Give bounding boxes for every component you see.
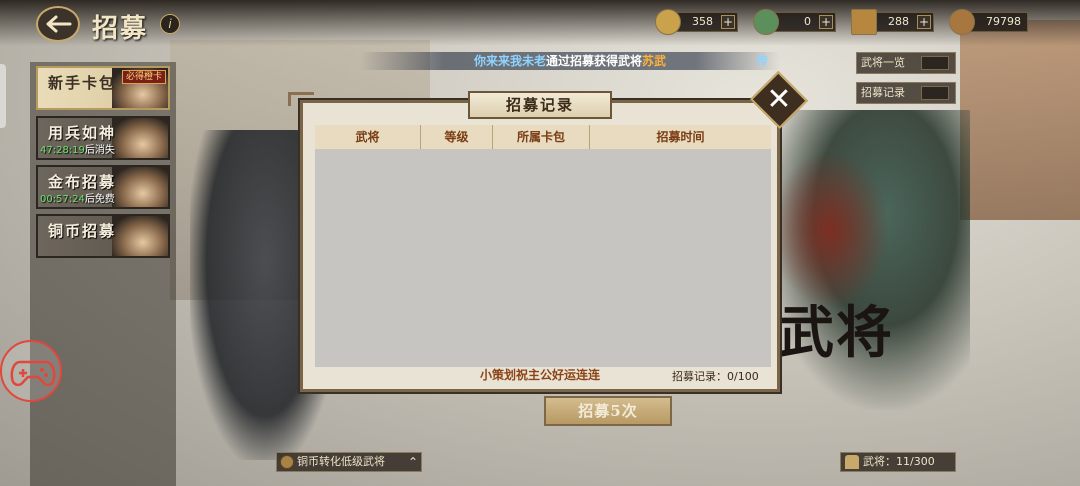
coin-icon — [753, 9, 779, 35]
announce-tail: 传 — [756, 54, 769, 68]
resource-value: 288 — [888, 15, 909, 28]
card-stack-icon — [921, 56, 949, 70]
recruit-log-button[interactable]: 招募记录 — [856, 82, 956, 104]
helmet-icon — [845, 455, 859, 469]
pack-name: 铜币招募 — [48, 222, 117, 240]
pack-timer-value: 00:57:24 — [40, 194, 85, 205]
heroes-list-label: 武将一览 — [861, 56, 905, 69]
pack-gold-recruit[interactable]: 金布招募 00:57:24后免费 — [36, 165, 170, 209]
resource-value: 358 — [692, 15, 713, 28]
column-card-pack: 所属卡包 — [493, 125, 590, 149]
dialog-footer-tip: 小策划祝主公好运连连 — [479, 368, 600, 382]
scroll-icon — [921, 86, 949, 100]
hero-count-label: 武将： — [863, 455, 896, 468]
jade-token-icon — [655, 9, 681, 35]
pack-hero-portrait — [112, 216, 168, 256]
announce-player: 你来来我未老 — [473, 54, 546, 68]
copper-coin-icon — [280, 455, 294, 469]
pack-hero-portrait — [112, 118, 168, 158]
column-level: 等级 — [421, 125, 493, 149]
resource-scroll: 288 + — [851, 9, 934, 35]
pack-name: 用兵如神 — [48, 124, 117, 142]
gamepad-icon — [10, 360, 56, 387]
hero-count-value: 11/300 — [896, 455, 935, 468]
column-hero: 武将 — [315, 125, 421, 149]
hero-illustration-armor — [770, 150, 890, 310]
resource-coin: 0 + — [753, 9, 836, 35]
recruit-log-count: 招募记录：0/100 — [672, 368, 759, 384]
column-recruit-time: 招募时间 — [656, 130, 705, 144]
add-jade-token-button[interactable]: + — [721, 15, 735, 29]
pack-hero-portrait — [112, 167, 168, 207]
resource-copper-coin: 79798 — [949, 9, 1028, 35]
pack-newbie[interactable]: 新手卡包 必得橙卡 — [36, 66, 170, 110]
recruit-log-table: 武将 等级 所属卡包 招募时间 — [315, 125, 771, 367]
pack-timer-suffix: 后消失 — [84, 145, 115, 156]
resource-jade-token: 358 + — [655, 9, 738, 35]
add-scroll-button[interactable]: + — [917, 15, 931, 29]
pack-name: 金布招募 — [48, 173, 117, 191]
modal-corner-ornament-left — [288, 92, 314, 106]
edge-drawer-handle[interactable] — [0, 64, 6, 128]
hero-count: 武将：11/300 — [840, 452, 956, 472]
add-coin-button[interactable]: + — [819, 15, 833, 29]
pack-timer-suffix: 后免费 — [84, 194, 115, 205]
heroes-list-button[interactable]: 武将一览 — [856, 52, 956, 74]
scroll-icon — [851, 9, 877, 35]
background-calligraphy: 武将 — [778, 300, 894, 366]
help-icon[interactable]: i — [160, 14, 180, 34]
table-header-row: 武将 等级 所属卡包 招募时间 — [315, 125, 771, 149]
resource-value: 79798 — [986, 15, 1021, 28]
pack-badge: 必得橙卡 — [121, 70, 166, 84]
gamepad-float-button[interactable] — [0, 340, 62, 402]
pack-name: 新手卡包 — [48, 74, 117, 92]
back-button[interactable] — [36, 6, 80, 42]
pack-timer: 47:28:19后消失 — [40, 141, 115, 156]
background-building-right — [960, 20, 1080, 220]
recruit-log-count-label: 招募记录： — [672, 370, 727, 383]
pack-military-genius[interactable]: 用兵如神 47:28:19后消失 — [36, 116, 170, 160]
convert-label: 铜币转化低级武将 — [297, 455, 385, 468]
recruit-announcement: 你来来我未老通过招募获得武将苏武 — [360, 52, 780, 70]
dialog-title: 招募记录 — [468, 91, 612, 119]
recruit-five-button[interactable]: 招募5次 — [544, 396, 672, 426]
recruit-log-dialog: 武将 等级 所属卡包 招募时间 — [300, 100, 780, 392]
copper-coin-icon — [949, 9, 975, 35]
announce-text: 通过招募获得武将 — [545, 54, 642, 68]
convert-copper-button[interactable]: 铜币转化低级武将 ⌃ — [276, 452, 422, 472]
recruit-log-label: 招募记录 — [861, 86, 905, 99]
back-arrow-icon — [46, 15, 72, 33]
recruit-log-count-value: 0/100 — [727, 370, 759, 383]
chevron-up-icon: ⌃ — [407, 455, 418, 469]
page-title: 招募 — [92, 14, 149, 44]
pack-copper-recruit[interactable]: 铜币招募 — [36, 214, 170, 258]
resource-value: 0 — [804, 15, 811, 28]
announce-hero: 苏武 — [642, 54, 667, 68]
pack-timer: 00:57:24后免费 — [40, 190, 115, 205]
pack-timer-value: 47:28:19 — [40, 145, 85, 156]
close-icon[interactable]: ✕ — [758, 80, 800, 120]
